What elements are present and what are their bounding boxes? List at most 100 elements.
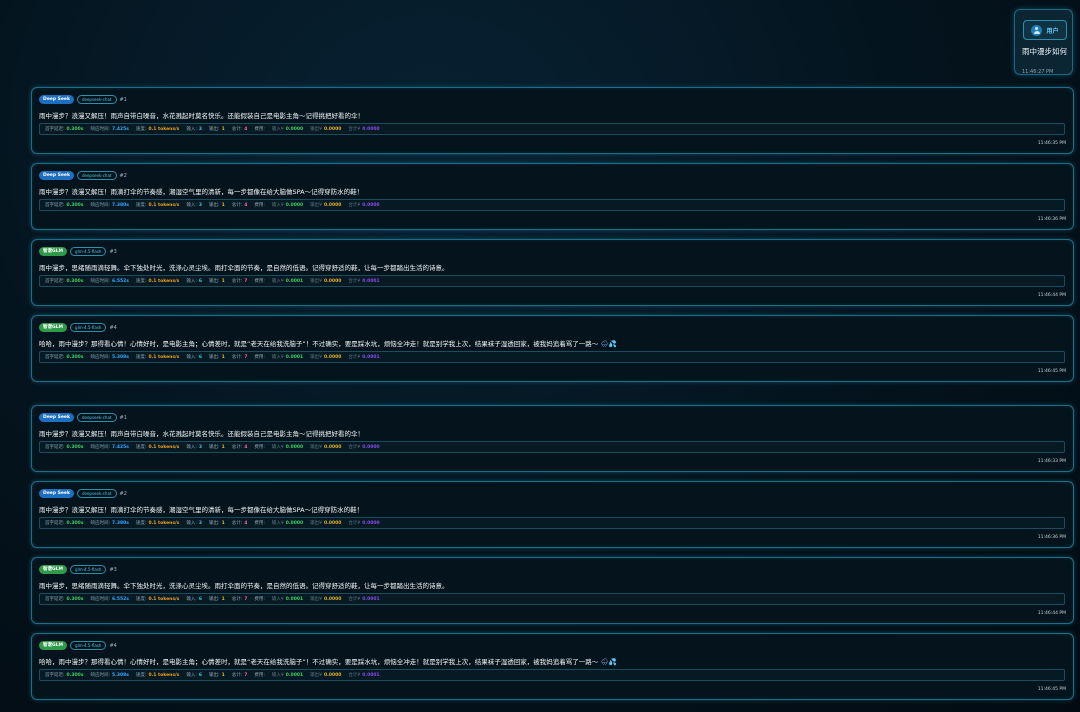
response-card: 智谱GLM glm-4.5-flash #3 雨中漫步，思绪随雨滴轻舞。伞下独处时光，… <box>31 557 1074 624</box>
cost-input-label: 输入¥ <box>271 127 284 132</box>
response-time-value: 5.308s <box>111 672 129 678</box>
speed-label: 速度: <box>135 279 147 284</box>
model-badge: 智谱GLM <box>39 323 68 332</box>
cost-input-label: 输入¥ <box>271 597 284 602</box>
cost-output-label: 输出¥ <box>310 279 323 284</box>
output-value: 1 <box>221 354 225 360</box>
rain-cloud-emoji: 🌧 <box>600 658 609 666</box>
total-label: 总计: <box>231 673 243 678</box>
cost-output-value: 0.0000 <box>324 278 342 284</box>
response-seq: #3 <box>109 248 117 255</box>
stats-bar: 首字延迟: 0.300s 响应时间: 6.552s 速度: 0.1 tokens/s 输入:… <box>39 593 1065 605</box>
cost-output-label: 输出¥ <box>310 521 323 526</box>
response-header: 智谱GLM glm-4.5-flash #3 <box>39 247 117 256</box>
response-time-stamp: 11:46:45 PM <box>1037 687 1066 692</box>
response-seq: #4 <box>109 324 117 331</box>
first-token-value: 0.300s <box>66 354 84 360</box>
output-label: 输出: <box>209 521 220 526</box>
output-label: 输出: <box>209 355 220 360</box>
response-time-label: 响应时间: <box>90 445 110 450</box>
response-time-value: 6.552s <box>111 596 129 602</box>
response-text: 雨中漫步？浪漫又解压！雨滴打伞的节奏感，潮湿空气里的清新，每一步都像在给大脑做S… <box>39 186 363 196</box>
response-text: 雨中漫步？浪漫又解压！雨滴打伞的节奏感，潮湿空气里的清新，每一步都像在给大脑做S… <box>39 504 363 514</box>
response-header: 智谱GLM glm-4.5-flash #4 <box>39 323 117 332</box>
response-card: Deep Seek deepseek-chat #2 雨中漫步？浪漫又解压！雨滴打伞的… <box>31 481 1074 548</box>
cost-output-value: 0.0000 <box>324 202 342 208</box>
cost-total-label: 合计¥ <box>348 127 361 132</box>
response-text-body: 雨中漫步，思绪随雨滴轻舞。伞下独处时光，洗涤心灵尘埃。雨打伞面的节奏，是自然的低… <box>39 582 449 590</box>
first-token-label: 首字延迟: <box>45 597 65 602</box>
speed-label: 速度: <box>135 203 147 208</box>
model-badge: 智谱GLM <box>39 565 68 574</box>
cost-total-label: 合计¥ <box>348 521 361 526</box>
response-time-label: 响应时间: <box>90 279 110 284</box>
output-label: 输出: <box>209 203 220 208</box>
response-time-label: 响应时间: <box>90 673 110 678</box>
user-message-card: 用户 雨中漫步如何 11:46:27 PM <box>1014 9 1073 75</box>
response-time-stamp: 11:46:35 PM <box>1037 141 1066 146</box>
response-time-stamp: 11:46:36 PM <box>1037 217 1066 222</box>
response-time-value: 7.380s <box>111 202 129 208</box>
model-tag: deepseek-chat <box>76 95 117 104</box>
cost-output-label: 输出¥ <box>310 127 323 132</box>
cost-output-value: 0.0000 <box>324 354 342 360</box>
model-badge: Deep Seek <box>39 171 74 180</box>
response-text-body: 哈哈，雨中漫步？那得看心情！心情好时，是电影主角；心情差时，就是“老天在给我洗脑… <box>39 340 599 348</box>
first-token-value: 0.300s <box>66 444 84 450</box>
speed-value: 0.1 tokens/s <box>148 672 180 678</box>
model-tag: glm-4.5-flash <box>70 641 107 650</box>
cost-output-label: 输出¥ <box>310 355 323 360</box>
water-drops-emoji: 💦 <box>608 340 617 348</box>
response-card: Deep Seek deepseek-chat #1 雨中漫步？浪漫又解压！雨声自带白… <box>31 405 1074 472</box>
total-value: 7 <box>244 596 248 602</box>
model-tag: glm-4.5-flash <box>70 323 107 332</box>
first-token-label: 首字延迟: <box>45 279 65 284</box>
cost-output-label: 输出¥ <box>310 597 323 602</box>
cost-output-value: 0.0000 <box>324 126 342 132</box>
cost-input-value: 0.0000 <box>285 126 304 132</box>
stats-bar: 首字延迟: 0.300s 响应时间: 7.380s 速度: 0.1 tokens/s 输入:… <box>39 199 1065 211</box>
response-header: Deep Seek deepseek-chat #2 <box>39 489 127 498</box>
response-text-body: 雨中漫步？浪漫又解压！雨声自带白噪音，水花溅起时莫名快乐。还能假装自己是电影主角… <box>39 112 364 120</box>
cost-label: 费用: <box>254 597 265 602</box>
response-text: 雨中漫步，思绪随雨滴轻舞。伞下独处时光，洗涤心灵尘埃。雨打伞面的节奏，是自然的低… <box>39 262 449 272</box>
response-header: Deep Seek deepseek-chat #2 <box>39 171 127 180</box>
output-value: 1 <box>221 596 225 602</box>
cost-input-value: 0.0000 <box>285 520 304 526</box>
response-time-stamp: 11:46:44 PM <box>1037 611 1066 616</box>
cost-total-value: 0.0000 <box>362 202 380 208</box>
total-label: 总计: <box>231 355 243 360</box>
input-value: 6 <box>198 278 203 284</box>
response-seq: #2 <box>119 172 127 179</box>
model-badge: Deep Seek <box>39 489 74 498</box>
output-value: 1 <box>221 520 225 526</box>
cost-total-label: 合计¥ <box>348 673 361 678</box>
model-badge: Deep Seek <box>39 413 74 422</box>
response-seq: #1 <box>119 96 127 103</box>
input-value: 3 <box>198 126 203 132</box>
cost-total-value: 0.0000 <box>362 126 380 132</box>
cost-output-value: 0.0000 <box>324 672 342 678</box>
speed-value: 0.1 tokens/s <box>148 596 180 602</box>
total-label: 总计: <box>231 445 243 450</box>
total-value: 7 <box>244 278 248 284</box>
stats-bar: 首字延迟: 0.300s 响应时间: 5.308s 速度: 0.1 tokens/s 输入:… <box>39 351 1065 363</box>
speed-value: 0.1 tokens/s <box>148 126 180 132</box>
input-value: 3 <box>198 444 203 450</box>
response-time-stamp: 11:46:33 PM <box>1037 459 1066 464</box>
input-value: 6 <box>198 596 203 602</box>
response-time-stamp: 11:46:45 PM <box>1037 369 1066 374</box>
response-time-label: 响应时间: <box>90 355 110 360</box>
output-value: 1 <box>221 444 225 450</box>
first-token-value: 0.300s <box>66 278 84 284</box>
model-tag: deepseek-chat <box>76 171 117 180</box>
cost-input-label: 输入¥ <box>271 279 284 284</box>
stats-bar: 首字延迟: 0.300s 响应时间: 5.308s 速度: 0.1 tokens/s 输入:… <box>39 669 1065 681</box>
speed-value: 0.1 tokens/s <box>148 354 180 360</box>
cost-input-value: 0.0000 <box>285 444 304 450</box>
response-text: 哈哈，雨中漫步？那得看心情！心情好时，是电影主角；心情差时，就是“老天在给我洗脑… <box>39 338 617 348</box>
output-value: 1 <box>221 202 225 208</box>
response-time-value: 7.425s <box>111 444 129 450</box>
response-card: 智谱GLM glm-4.5-flash #4 哈哈，雨中漫步？那得看心情！心情好时，是… <box>31 315 1074 382</box>
cost-label: 费用: <box>254 445 265 450</box>
